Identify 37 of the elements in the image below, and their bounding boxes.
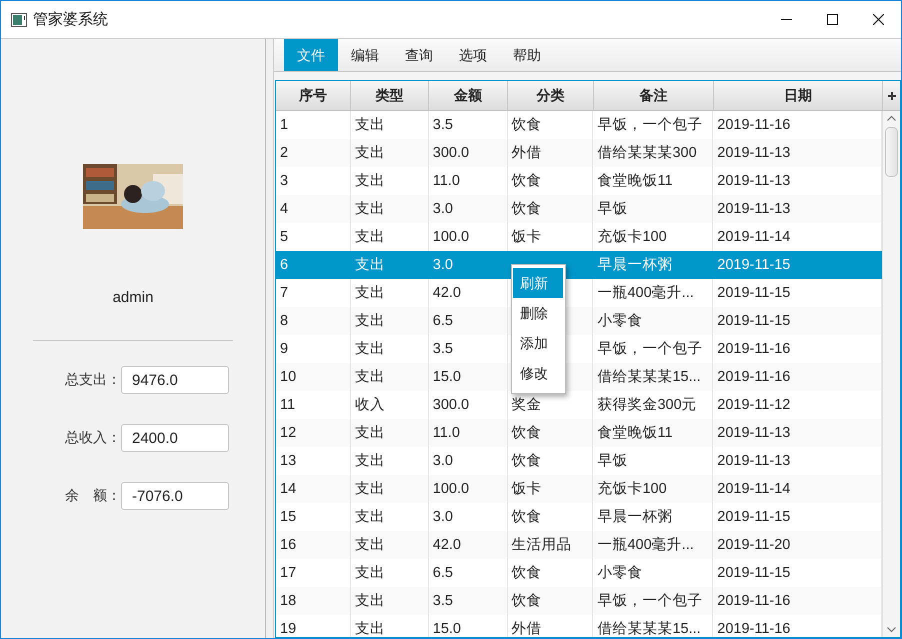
close-icon	[872, 14, 884, 25]
field-label: 余 额：	[64, 487, 121, 505]
scroll-up-icon	[887, 115, 896, 121]
app-icon	[11, 12, 27, 26]
table-cell: 19	[276, 615, 351, 637]
field-label: 总收入：	[64, 429, 121, 447]
username-label: admin	[112, 289, 154, 306]
window-title: 管家婆系统	[33, 10, 108, 29]
scroll-thumb[interactable]	[885, 127, 898, 177]
column-header[interactable]: 备注	[594, 81, 714, 110]
input-field[interactable]: 9476.0	[121, 366, 229, 394]
scroll-down-icon	[887, 627, 896, 633]
maximize-icon	[826, 14, 838, 25]
table-row[interactable]: 12 支出 11.0 饮食 食堂晚饭11 2019-11-13	[276, 419, 882, 447]
input-field[interactable]: 2400.0	[121, 424, 229, 452]
column-header[interactable]: 序号	[276, 81, 351, 110]
field-label: 总支出：	[64, 371, 121, 389]
table-row[interactable]: 2 支出 300.0 外借 借给某某某300 2019-11-13	[276, 139, 882, 167]
table-row[interactable]: 14 支出 100.0 饭卡 充饭卡100 2019-11-14	[276, 475, 882, 503]
scrollbar[interactable]	[882, 111, 900, 637]
table-cell: 外借	[508, 615, 594, 637]
column-header[interactable]: 类型	[351, 81, 429, 110]
table-cell: 支出	[350, 615, 429, 637]
menu-item[interactable]: 查询	[392, 39, 446, 71]
table-row[interactable]: 4 支出 3.0 饮食 早饭 2019-11-13	[276, 195, 882, 223]
table-cell: 借给某某某15...	[593, 615, 714, 637]
input-field[interactable]: -7076.0	[121, 482, 229, 510]
column-header[interactable]: 分类	[508, 81, 594, 110]
plus-icon	[888, 92, 896, 100]
table-cell: 15.0	[428, 615, 508, 637]
menu-item[interactable]: 帮助	[500, 39, 554, 71]
menu-item[interactable]: 编辑	[338, 39, 392, 71]
column-header[interactable]: 金额	[429, 81, 508, 110]
table-row[interactable]: 16 支出 42.0 生活用品 一瓶400毫升... 2019-11-20	[276, 531, 882, 559]
column-header[interactable]: 日期	[714, 81, 883, 110]
table-row[interactable]: 18 支出 3.5 饮食 早饭，一个包子 2019-11-16	[276, 587, 882, 615]
menu-item[interactable]: 选项	[446, 39, 500, 71]
